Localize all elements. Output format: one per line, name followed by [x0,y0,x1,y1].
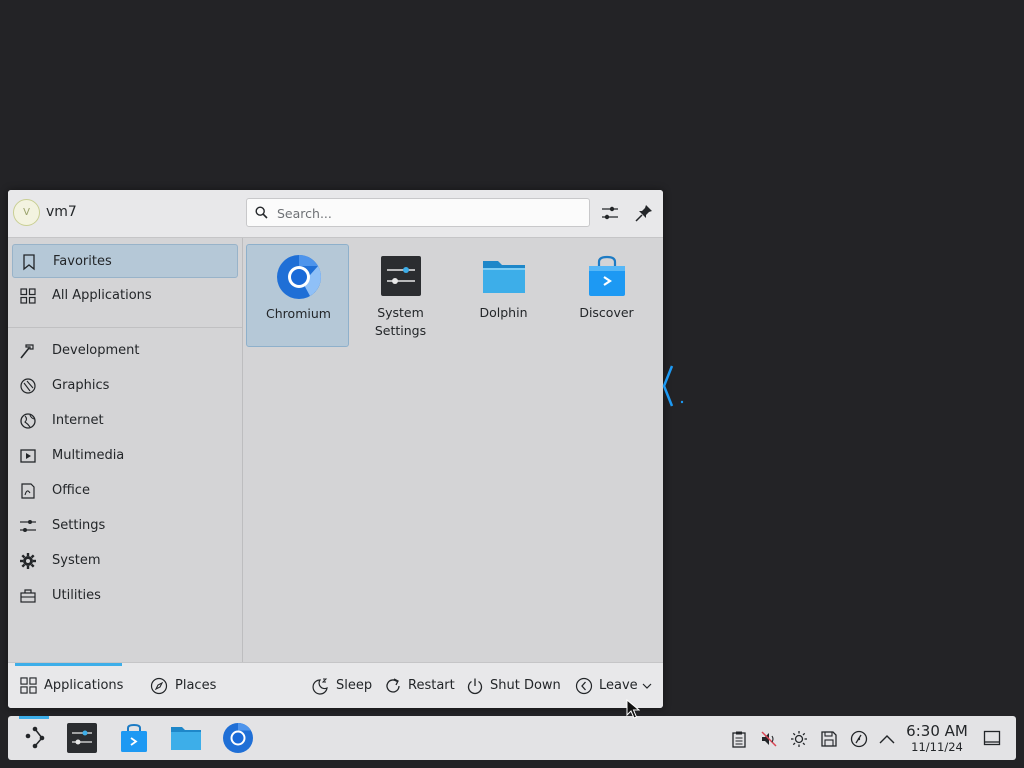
system-settings-icon[interactable] [66,722,98,754]
multimedia-icon [20,449,36,463]
gear-icon [20,553,36,569]
favorite-dolphin[interactable]: Dolphin [452,244,555,347]
clock-time: 6:30 AM [906,722,968,740]
favorite-label: Discover [579,305,634,320]
sleep-icon [312,678,328,695]
tab-applications[interactable]: Applications [20,663,138,708]
sleep-label: Sleep [336,678,373,693]
sleep-button[interactable]: Sleep [312,663,372,708]
sidebar-separator [8,327,242,328]
compass-icon [150,677,168,695]
sidebar-item-label: Favorites [53,254,112,269]
expand-arrow-icon[interactable] [878,730,896,748]
shut-down-button[interactable]: Shut Down [466,663,561,708]
folder-icon[interactable] [170,722,202,754]
sidebar-item-label: Settings [52,518,106,533]
sidebar-item-label: Multimedia [52,448,125,463]
palette-icon [20,378,36,394]
search-input[interactable] [275,203,579,224]
power-icon [467,678,483,695]
system-settings-icon [381,256,421,296]
globe-icon [20,413,36,429]
launcher-footer: Applications Places Sleep Restart Shut D… [8,662,663,708]
brightness-icon[interactable] [790,730,808,748]
clipboard-icon[interactable] [730,730,748,748]
restart-button[interactable]: Restart [384,663,455,708]
sidebar-item-favorites[interactable]: Favorites [12,244,238,278]
store-bag-icon[interactable] [118,722,150,754]
launcher-icon[interactable] [18,722,50,754]
taskbar: 6:30 AM 11/11/24 [8,716,1016,760]
search-icon [255,206,268,219]
sidebar-item-label: Utilities [52,588,101,603]
document-icon [21,483,35,499]
clock-date: 11/11/24 [911,740,963,754]
tab-places[interactable]: Places [150,663,220,708]
application-launcher: V vm7 Favorites All Applications [8,190,663,708]
user-avatar[interactable]: V [13,199,40,226]
launcher-header: V vm7 [8,190,663,238]
toolbox-icon [20,589,36,603]
favorite-discover[interactable]: Discover [555,244,658,347]
network-icon[interactable] [850,730,868,748]
username: vm7 [46,204,77,220]
grid-icon [20,677,37,694]
favorite-system-settings[interactable]: System Settings [349,244,452,347]
shut-down-label: Shut Down [490,678,561,693]
folder-icon [483,261,525,293]
sidebar-item-utilities[interactable]: Utilities [12,579,238,613]
leave-label: Leave [599,678,638,693]
leave-button[interactable]: Leave [575,663,657,708]
tab-label: Places [175,678,217,693]
favorite-label: Chromium [266,306,331,321]
store-bag-icon [589,255,625,296]
sidebar-item-multimedia[interactable]: Multimedia [12,439,238,473]
favorite-label: Dolphin [479,305,528,320]
sidebar-item-development[interactable]: Development [12,334,238,368]
sidebar-item-graphics[interactable]: Graphics [12,369,238,403]
sidebar-item-system[interactable]: System [12,544,238,578]
sidebar-item-label: Office [52,483,90,498]
sidebar-item-label: Graphics [52,378,110,393]
sidebar-item-label: All Applications [52,288,152,303]
show-desktop-icon[interactable] [983,729,1001,747]
chevron-down-icon [642,683,652,689]
chromium-icon [277,255,321,299]
hammer-icon [20,344,34,359]
launcher-active-indicator [19,716,49,719]
favorite-chromium[interactable]: Chromium [246,244,349,347]
sidebar-item-label: Internet [52,413,104,428]
grid-icon [20,288,36,304]
sidebar-item-label: Development [52,343,140,358]
favorite-label: System Settings [374,305,427,338]
restart-label: Restart [408,678,455,693]
bookmark-icon [23,254,35,271]
category-sidebar: Favorites All Applications Development G… [8,238,243,662]
sidebar-item-internet[interactable]: Internet [12,404,238,438]
pin-icon[interactable] [633,202,655,224]
sliders-icon [20,520,36,532]
save-icon[interactable] [820,730,838,748]
leave-icon [575,677,593,695]
restart-icon [386,678,400,693]
sidebar-item-settings[interactable]: Settings [12,509,238,543]
configure-icon[interactable] [599,202,621,224]
volume-muted-icon[interactable] [760,730,778,748]
sidebar-item-label: System [52,553,101,568]
sidebar-item-office[interactable]: Office [12,474,238,508]
search-box[interactable] [246,198,590,227]
chromium-icon[interactable] [222,722,254,754]
tab-label: Applications [44,678,124,693]
digital-clock[interactable]: 6:30 AM 11/11/24 [900,722,974,755]
mouse-cursor-icon [626,699,640,719]
desktop-widget-fragment-icon [662,365,684,407]
sidebar-item-all-applications[interactable]: All Applications [12,279,238,313]
